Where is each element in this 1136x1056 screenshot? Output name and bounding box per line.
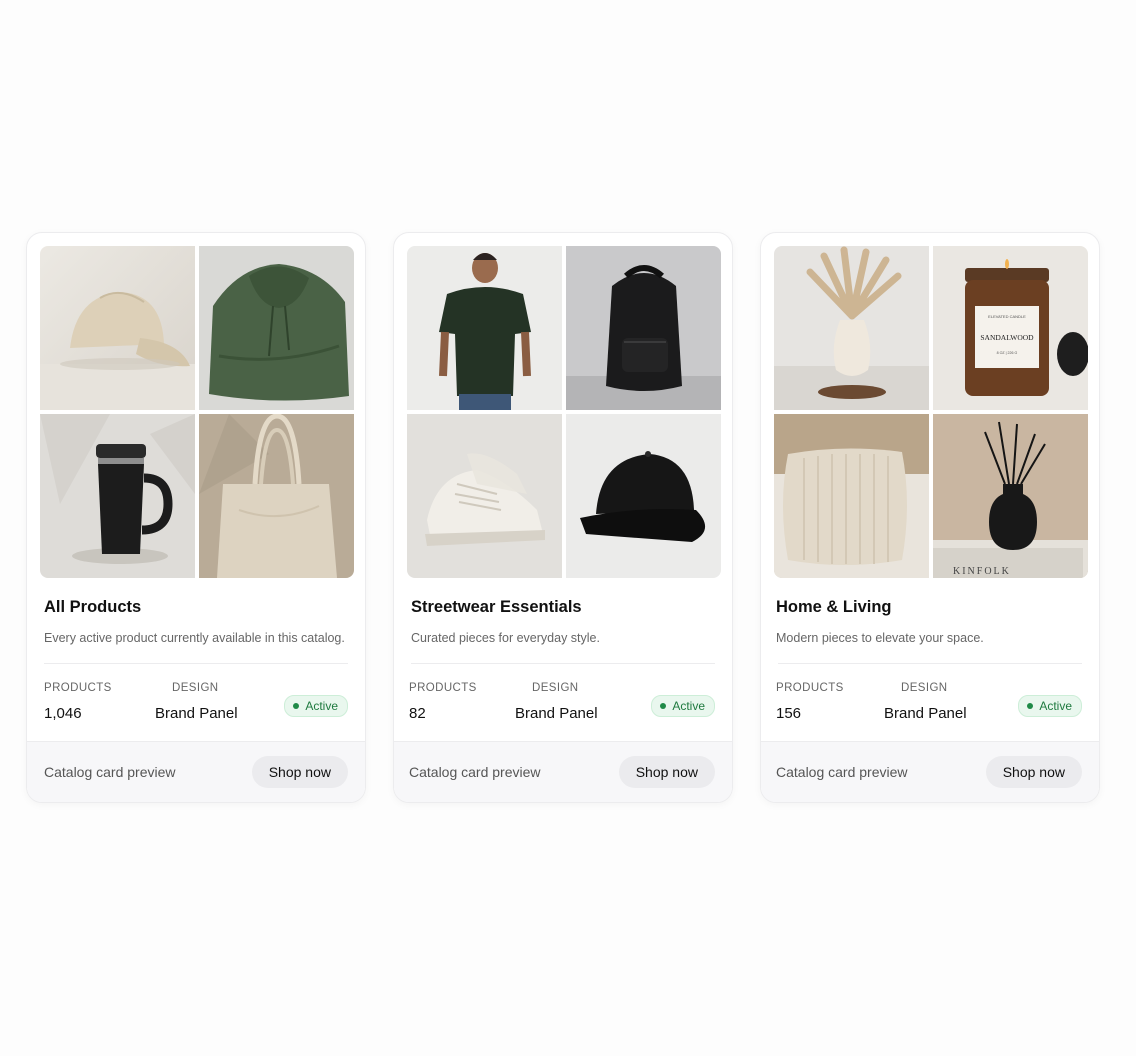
status-text: Active xyxy=(672,699,705,713)
products-count: 1,046 xyxy=(44,705,82,722)
footer-label: Catalog card preview xyxy=(776,764,908,780)
products-count: 82 xyxy=(409,705,426,722)
card-description: Curated pieces for everyday style. xyxy=(411,631,600,645)
design-label: DESIGN xyxy=(532,682,579,694)
catalog-cards: All Products Every active product curren… xyxy=(0,0,1136,1056)
status-badge: Active xyxy=(1018,695,1082,717)
products-count: 156 xyxy=(776,705,802,722)
design-label: DESIGN xyxy=(901,682,948,694)
design-value: Brand Panel xyxy=(884,705,967,722)
diffuser-photo: KINFOLK xyxy=(933,414,1088,578)
candle-brand-text: ELEVATED CANDLE xyxy=(988,314,1026,319)
tote-bag-photo xyxy=(199,414,354,578)
cap-photo xyxy=(40,246,195,410)
sneakers-photo xyxy=(407,414,562,578)
card-divider xyxy=(44,663,348,664)
card-footer: Catalog card preview Shop now xyxy=(27,741,365,802)
card-title: All Products xyxy=(44,598,142,616)
design-value: Brand Panel xyxy=(155,705,238,722)
footer-label: Catalog card preview xyxy=(44,764,176,780)
card-description: Every active product currently available… xyxy=(44,631,345,645)
tshirt-model-photo xyxy=(407,246,562,410)
product-image-grid: ELEVATED CANDLE SANDALWOOD 8 OZ | 226 G xyxy=(774,246,1088,578)
catalog-card-home-living[interactable]: ELEVATED CANDLE SANDALWOOD 8 OZ | 226 G xyxy=(760,232,1100,803)
status-dot-icon xyxy=(660,703,667,709)
candle-photo: ELEVATED CANDLE SANDALWOOD 8 OZ | 226 G xyxy=(933,246,1088,410)
design-value: Brand Panel xyxy=(515,705,598,722)
product-image-grid xyxy=(40,246,354,578)
pillow-photo xyxy=(774,414,929,578)
status-text: Active xyxy=(305,699,338,713)
snapback-photo xyxy=(566,414,721,578)
footer-label: Catalog card preview xyxy=(409,764,541,780)
shop-now-button[interactable]: Shop now xyxy=(251,756,348,788)
products-label: PRODUCTS xyxy=(409,682,477,694)
status-badge: Active xyxy=(651,695,715,717)
card-footer: Catalog card preview Shop now xyxy=(394,741,732,802)
shop-now-button[interactable]: Shop now xyxy=(618,756,715,788)
status-badge: Active xyxy=(284,695,348,717)
status-dot-icon xyxy=(1027,703,1034,709)
book-title-text: KINFOLK xyxy=(953,566,1011,577)
card-title: Home & Living xyxy=(776,598,892,616)
products-label: PRODUCTS xyxy=(44,682,112,694)
status-dot-icon xyxy=(293,703,300,709)
card-divider xyxy=(778,663,1082,664)
tumbler-photo xyxy=(40,414,195,578)
candle-label-text: SANDALWOOD xyxy=(980,333,1034,342)
card-footer: Catalog card preview Shop now xyxy=(761,741,1099,802)
card-title: Streetwear Essentials xyxy=(411,598,582,616)
status-text: Active xyxy=(1039,699,1072,713)
products-label: PRODUCTS xyxy=(776,682,844,694)
design-label: DESIGN xyxy=(172,682,219,694)
green-hoodie-photo xyxy=(199,246,354,410)
catalog-card-streetwear-essentials[interactable]: Streetwear Essentials Curated pieces for… xyxy=(393,232,733,803)
backpack-photo xyxy=(566,246,721,410)
card-description: Modern pieces to elevate your space. xyxy=(776,631,984,645)
card-divider xyxy=(411,663,715,664)
shop-now-button[interactable]: Shop now xyxy=(985,756,1082,788)
product-image-grid xyxy=(407,246,721,578)
catalog-card-all-products[interactable]: All Products Every active product curren… xyxy=(26,232,366,803)
vase-pampas-photo xyxy=(774,246,929,410)
candle-size-text: 8 OZ | 226 G xyxy=(997,351,1018,355)
